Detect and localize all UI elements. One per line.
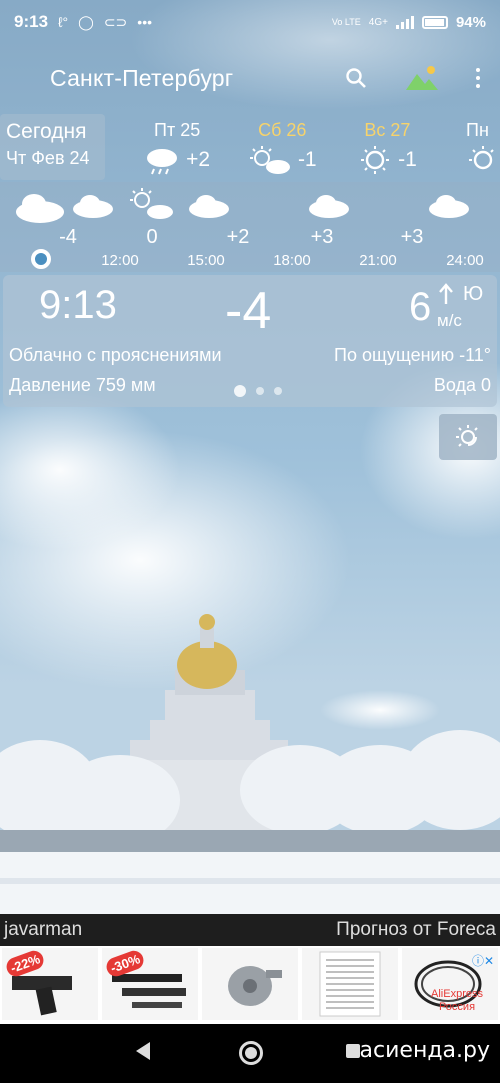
- cloud-icon: [189, 195, 229, 218]
- hourly-time: 18:00: [273, 252, 311, 269]
- day-temp: -1: [398, 148, 417, 171]
- daily-forecast-strip: Сегодня Чт Фев 24 Пт 25 +2 Сб 26 -1 Вс 2…: [0, 114, 500, 182]
- wind-direction: Ю: [463, 283, 484, 305]
- water-pump-product-image: [228, 966, 282, 1006]
- page-indicator: [234, 385, 282, 397]
- day-item[interactable]: Пт 25 +2: [125, 114, 230, 182]
- cloud-icon: [16, 194, 64, 223]
- cloud-icon: [309, 195, 349, 218]
- hourly-time: 24:00: [446, 252, 484, 269]
- day-item[interactable]: Вс 27 -1: [335, 114, 440, 182]
- day-item[interactable]: Сб 26 -1: [230, 114, 335, 182]
- aliexpress-label: AliExpress Россия: [431, 987, 483, 1013]
- hourly-temp: 0: [146, 226, 158, 248]
- day-temp: -1: [297, 148, 317, 171]
- feels-like: По ощущению -11°: [334, 345, 491, 365]
- ad-item[interactable]: -30%: [102, 948, 198, 1020]
- ad-item[interactable]: -22%: [2, 948, 98, 1020]
- hourly-temp: +3: [400, 226, 424, 248]
- hourly-forecast[interactable]: -4 0 +2 +3 +3 12:00 15:00 18:00 21:00 24…: [0, 182, 500, 272]
- battery-icon: [421, 15, 448, 29]
- hourly-time: 21:00: [359, 252, 397, 269]
- sun-cloud-icon: [249, 146, 290, 174]
- back-icon[interactable]: [136, 1042, 150, 1060]
- day-name: Пн: [466, 120, 489, 140]
- hourly-temp: +2: [226, 226, 250, 248]
- ad-item[interactable]: [202, 948, 298, 1020]
- wind-arrow-icon: [439, 283, 453, 304]
- attribution-bar: javarman Прогноз от Foreca: [0, 914, 500, 946]
- sun-cloud-icon: [130, 188, 173, 219]
- volte-icon: Vo LTE: [331, 16, 361, 27]
- hourly-time: 15:00: [187, 252, 225, 269]
- hourly-temp: +3: [310, 226, 334, 248]
- wind-unit: м/с: [437, 311, 462, 330]
- ad-choices-icon[interactable]: ⓘ✕: [472, 952, 494, 969]
- today-label: Сегодня: [6, 120, 87, 143]
- document-product-image: [319, 951, 381, 1017]
- status-bar: 9:13 ℓ° ◯ ⊂⊃ ••• Vo LTE 4G+ 94%: [0, 0, 500, 44]
- water-temperature: Вода 0: [433, 375, 491, 395]
- sun-icon: [361, 146, 390, 174]
- city-title[interactable]: Санкт-Петербург: [50, 65, 233, 92]
- sun-icon: [469, 146, 494, 170]
- today-date: Чт Фев 24: [6, 148, 90, 168]
- more-icon: •••: [137, 14, 153, 30]
- rain-cloud-icon: [147, 149, 178, 175]
- forecast-provider[interactable]: Прогноз от Foreca: [336, 919, 496, 941]
- whatsapp-icon: ◯: [78, 13, 94, 30]
- battery-percent: 94%: [455, 13, 486, 31]
- status-time: 9:13: [14, 12, 49, 31]
- home-icon[interactable]: [239, 1041, 263, 1065]
- hourly-time: 12:00: [101, 252, 139, 269]
- sun-orbit-icon: [456, 425, 478, 447]
- day-name: Вс 27: [364, 120, 411, 140]
- day-name: Сб 26: [258, 120, 307, 140]
- day-name: Пт 25: [154, 120, 201, 140]
- cloud-icon: [73, 195, 113, 218]
- current-temperature: -4: [225, 282, 272, 340]
- day-item[interactable]: Пн: [440, 114, 500, 182]
- hourly-temp: -4: [59, 226, 77, 248]
- temperature-icon: ℓ°: [58, 14, 69, 30]
- app-bar: Санкт-Петербург: [0, 44, 500, 112]
- network-type: 4G+: [368, 16, 388, 28]
- link-icon: ⊂⊃: [103, 13, 128, 30]
- day-today[interactable]: Сегодня Чт Фев 24: [0, 114, 105, 180]
- recents-icon[interactable]: [346, 1044, 360, 1058]
- pressure: Давление 759 мм: [9, 375, 156, 395]
- landscape-icon[interactable]: [404, 64, 440, 92]
- overflow-menu-icon[interactable]: [476, 68, 480, 88]
- ad-item[interactable]: [302, 948, 398, 1020]
- search-icon[interactable]: [344, 66, 368, 90]
- current-time-marker: [31, 249, 51, 269]
- photo-author[interactable]: javarman: [4, 919, 82, 941]
- current-time: 9:13: [39, 283, 117, 327]
- cloud-icon: [429, 195, 469, 218]
- watermark: асиенда.ру: [359, 1038, 490, 1063]
- system-navigation-bar: асиенда.ру: [0, 1024, 500, 1083]
- signal-icon: [395, 15, 414, 29]
- day-temp: +2: [186, 148, 211, 171]
- current-conditions-panel[interactable]: 9:13 -4 6 Ю м/с Облачно с прояснениями П…: [3, 275, 497, 407]
- condition-text: Облачно с прояснениями: [9, 345, 222, 365]
- wind-speed: 6: [409, 285, 432, 329]
- ad-item[interactable]: ⓘ✕ AliExpress Россия: [402, 948, 498, 1020]
- sun-info-button[interactable]: [439, 414, 497, 460]
- ad-banner[interactable]: -22% -30% ⓘ✕ AliExpress Россия: [0, 946, 500, 1024]
